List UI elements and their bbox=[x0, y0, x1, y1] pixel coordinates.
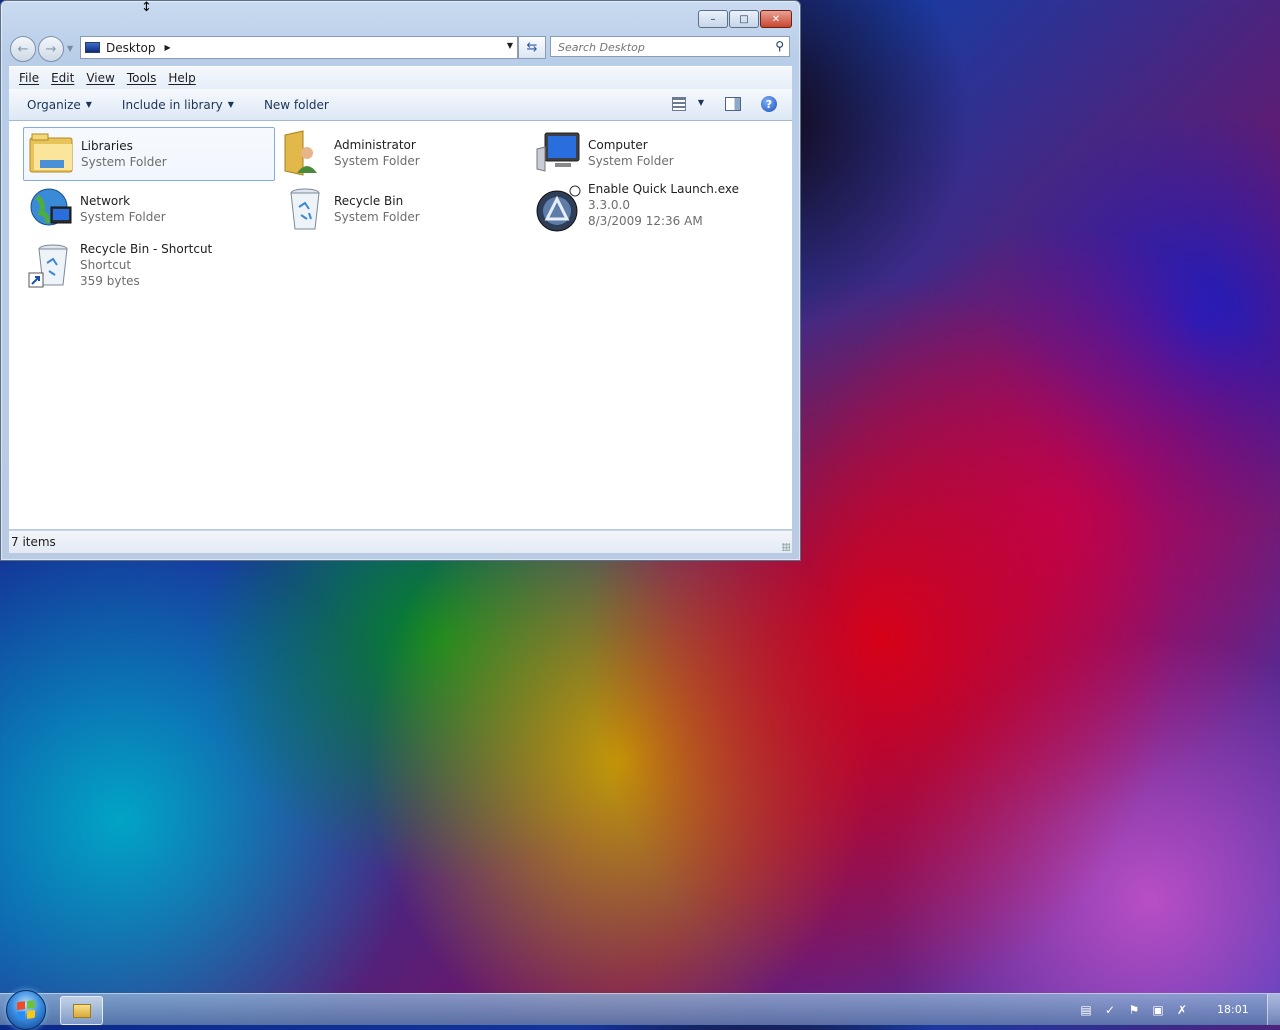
change-view-icon[interactable] bbox=[672, 97, 686, 111]
back-button[interactable]: ← bbox=[10, 36, 36, 62]
help-icon[interactable]: ? bbox=[761, 96, 777, 112]
item-type: System Folder bbox=[80, 210, 166, 224]
folder-icon bbox=[73, 1004, 91, 1018]
organize-label: Organize bbox=[27, 97, 81, 112]
item-computer[interactable]: Computer System Folder bbox=[531, 127, 781, 179]
item-date: 8/3/2009 12:36 AM bbox=[588, 214, 703, 228]
taskbar: ▤ ✓ ⚑ ▣ ✗ 18:01 bbox=[0, 990, 1280, 1030]
show-desktop-button[interactable] bbox=[1267, 994, 1280, 1025]
item-administrator[interactable]: Administrator System Folder bbox=[277, 127, 527, 179]
item-name: Recycle Bin - Shortcut bbox=[80, 242, 213, 256]
item-count: 7 items bbox=[11, 535, 56, 549]
desktop-icon bbox=[85, 42, 100, 53]
network-status-icon[interactable]: ▣ bbox=[1150, 1002, 1166, 1018]
recent-pages-dropdown[interactable]: ▼ bbox=[67, 44, 73, 53]
security-icon[interactable]: ✓ bbox=[1102, 1002, 1118, 1018]
breadcrumb-arrow-icon[interactable]: ▶ bbox=[165, 43, 171, 52]
mouse-cursor-icon: ↕ bbox=[141, 0, 152, 15]
item-recycle-bin[interactable]: Recycle Bin System Folder bbox=[277, 183, 527, 235]
address-bar[interactable]: Desktop ▶ ▼ bbox=[80, 36, 518, 59]
chevron-down-icon: ▼ bbox=[85, 100, 92, 109]
item-recycle-bin-shortcut[interactable]: Recycle Bin - Shortcut Shortcut 359 byte… bbox=[23, 239, 273, 303]
address-dropdown-icon[interactable]: ▼ bbox=[507, 41, 513, 50]
menu-bar: File Edit View Tools Help bbox=[9, 66, 792, 89]
preview-pane-icon[interactable] bbox=[725, 97, 741, 111]
clock[interactable]: 18:01 bbox=[1217, 1003, 1249, 1016]
menu-help[interactable]: Help bbox=[168, 71, 195, 85]
menu-view[interactable]: View bbox=[86, 71, 114, 85]
item-type: System Folder bbox=[588, 154, 674, 168]
back-arrow-icon: ← bbox=[17, 41, 29, 57]
item-network[interactable]: Network System Folder bbox=[23, 183, 273, 235]
item-type: System Folder bbox=[334, 210, 420, 224]
item-type: Shortcut bbox=[80, 258, 132, 272]
notes-icon[interactable]: ▤ bbox=[1078, 1002, 1094, 1018]
caption-buttons: – □ ✕ bbox=[698, 10, 792, 28]
resize-grip-icon[interactable] bbox=[782, 543, 790, 551]
search-icon[interactable]: ⚲ bbox=[775, 39, 784, 53]
organize-button[interactable]: Organize ▼ bbox=[27, 98, 92, 112]
system-tray: ▤ ✓ ⚑ ▣ ✗ bbox=[1078, 1002, 1190, 1018]
status-bar: 7 items bbox=[9, 530, 792, 553]
recycle-bin-icon bbox=[290, 188, 320, 230]
computer-icon bbox=[536, 132, 580, 172]
item-name: Network bbox=[80, 194, 131, 208]
refresh-button[interactable]: ⇆ bbox=[518, 36, 546, 59]
new-folder-label: New folder bbox=[263, 97, 329, 112]
item-name: Computer bbox=[588, 138, 648, 152]
item-size: 359 bytes bbox=[80, 274, 140, 288]
item-type: System Folder bbox=[81, 155, 167, 169]
new-folder-button[interactable]: New folder bbox=[264, 98, 329, 112]
windows-logo-icon bbox=[17, 1000, 35, 1020]
item-name: Administrator bbox=[334, 138, 416, 152]
include-in-library-label: Include in library bbox=[121, 97, 223, 112]
app-icon bbox=[536, 185, 581, 232]
recycle-bin-shortcut-icon bbox=[28, 244, 68, 288]
breadcrumb-desktop[interactable]: Desktop bbox=[106, 41, 156, 55]
navigation-bar: ← → ▼ Desktop ▶ ▼ ⇆ ⚲ bbox=[10, 34, 792, 62]
view-options-dropdown[interactable]: ▼ bbox=[698, 98, 704, 107]
item-name: Enable Quick Launch.exe bbox=[588, 182, 739, 196]
file-list: Libraries System Folder Administrator Sy… bbox=[9, 121, 792, 529]
item-type: System Folder bbox=[334, 154, 420, 168]
volume-muted-icon[interactable]: ✗ bbox=[1174, 1002, 1190, 1018]
action-center-flag-icon[interactable]: ⚑ bbox=[1126, 1002, 1142, 1018]
forward-button[interactable]: → bbox=[38, 36, 64, 62]
item-name: Recycle Bin bbox=[334, 194, 404, 208]
close-button[interactable]: ✕ bbox=[760, 10, 792, 28]
maximize-button[interactable]: □ bbox=[729, 10, 759, 28]
network-icon bbox=[30, 188, 72, 226]
menu-edit[interactable]: Edit bbox=[51, 71, 74, 85]
search-input[interactable] bbox=[551, 37, 770, 58]
item-version: 3.3.0.0 bbox=[588, 198, 630, 212]
menu-tools[interactable]: Tools bbox=[127, 71, 157, 85]
taskbar-explorer-button[interactable] bbox=[60, 996, 103, 1025]
forward-arrow-icon: → bbox=[45, 41, 57, 57]
item-libraries[interactable]: Libraries System Folder bbox=[23, 127, 275, 181]
search-box[interactable]: ⚲ bbox=[550, 36, 790, 58]
minimize-button[interactable]: – bbox=[698, 10, 728, 28]
explorer-window: – □ ✕ ← → ▼ Desktop ▶ ▼ ⇆ ⚲ File Edit Vi… bbox=[0, 0, 801, 561]
include-in-library-button[interactable]: Include in library ▼ bbox=[122, 98, 234, 112]
user-folder-icon bbox=[284, 130, 317, 176]
command-bar: Organize ▼ Include in library ▼ New fold… bbox=[9, 89, 792, 121]
start-button[interactable] bbox=[6, 990, 46, 1030]
chevron-down-icon: ▼ bbox=[227, 100, 234, 109]
menu-file[interactable]: File bbox=[19, 71, 39, 85]
libraries-icon bbox=[29, 133, 73, 173]
item-enable-quick-launch[interactable]: Enable Quick Launch.exe 3.3.0.0 8/3/2009… bbox=[531, 182, 781, 247]
item-name: Libraries bbox=[81, 139, 133, 153]
refresh-icon: ⇆ bbox=[526, 40, 538, 55]
